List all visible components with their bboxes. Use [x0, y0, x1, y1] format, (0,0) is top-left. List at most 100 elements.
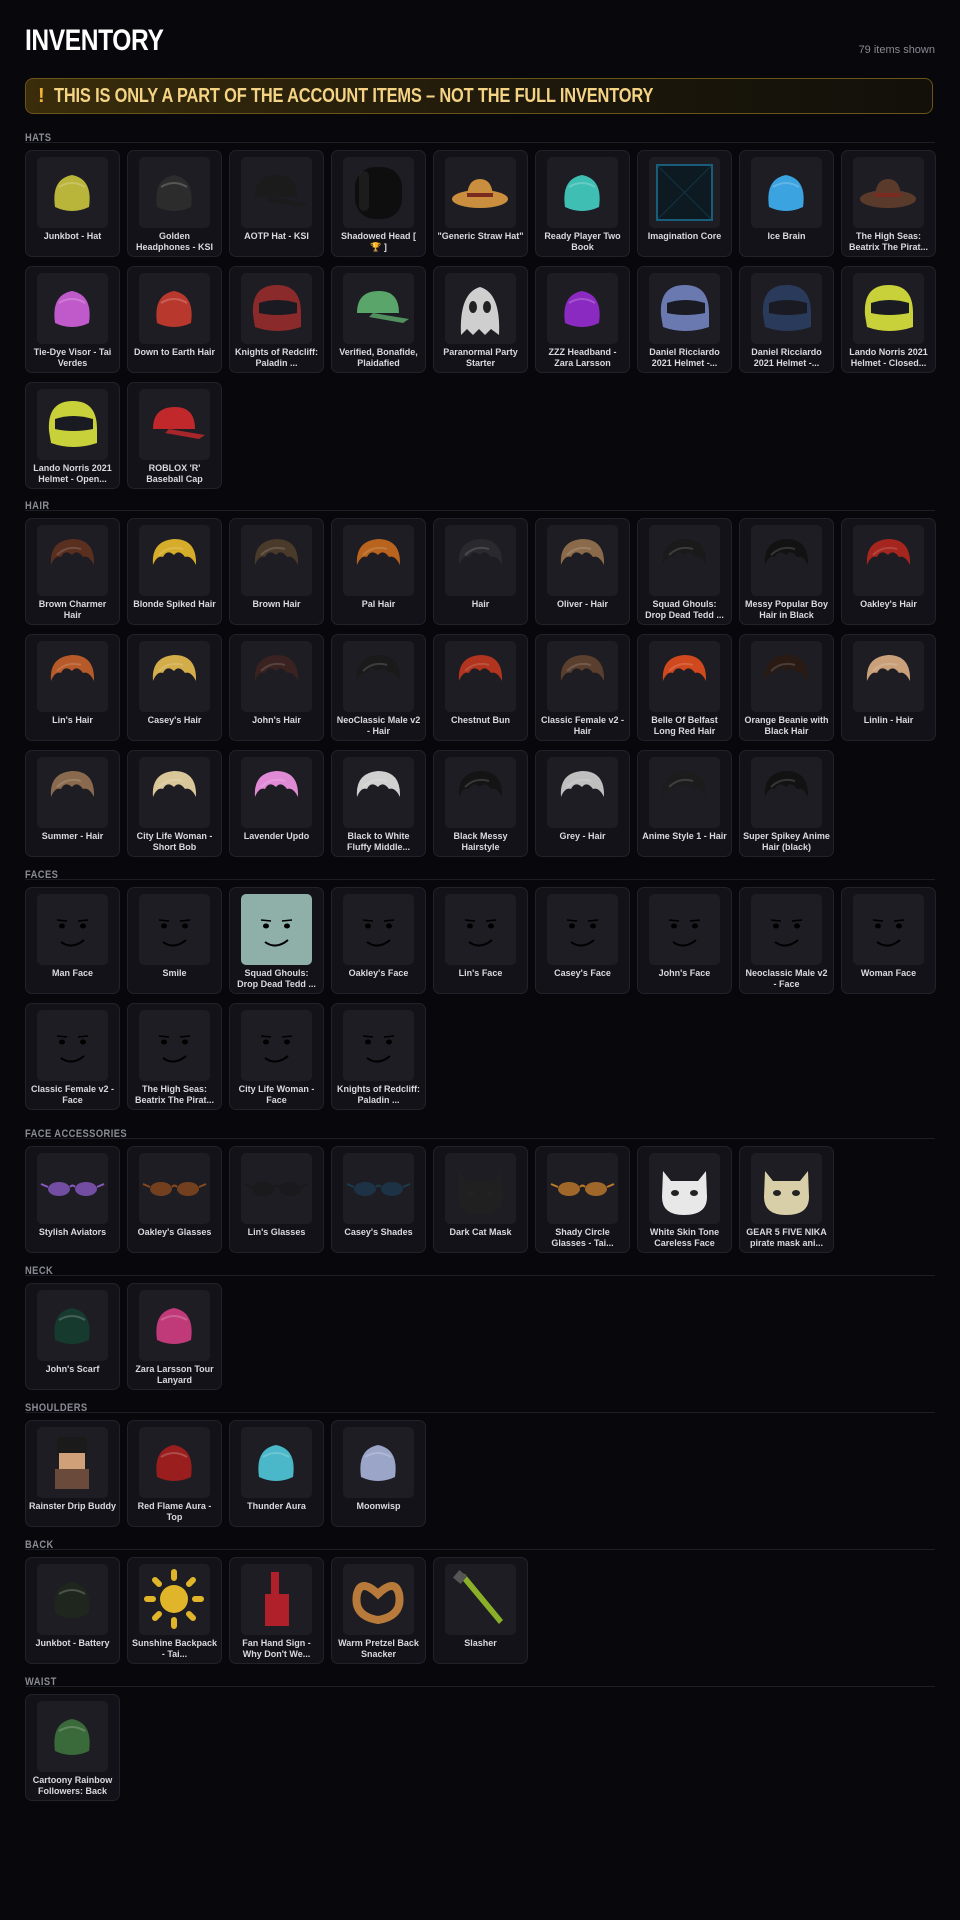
item-card[interactable]: Ready Player Two Book: [535, 150, 630, 257]
item-card[interactable]: Junkbot - Hat: [25, 150, 120, 257]
item-card[interactable]: Paranormal Party Starter: [433, 266, 528, 373]
item-card[interactable]: ROBLOX 'R' Baseball Cap: [127, 382, 222, 489]
item-card[interactable]: Imagination Core: [637, 150, 732, 257]
item-card[interactable]: Sunshine Backpack - Tai...: [127, 1557, 222, 1664]
item-card[interactable]: Blonde Spiked Hair: [127, 518, 222, 625]
item-card[interactable]: The High Seas: Beatrix The Pirat...: [841, 150, 936, 257]
item-card[interactable]: Warm Pretzel Back Snacker: [331, 1557, 426, 1664]
item-card[interactable]: "Generic Straw Hat": [433, 150, 528, 257]
item-card[interactable]: Hair: [433, 518, 528, 625]
item-card[interactable]: Orange Beanie with Black Hair: [739, 634, 834, 741]
item-card[interactable]: Classic Female v2 - Face: [25, 1003, 120, 1110]
item-card[interactable]: Summer - Hair: [25, 750, 120, 857]
item-card[interactable]: Rainster Drip Buddy: [25, 1420, 120, 1527]
item-card[interactable]: Pal Hair: [331, 518, 426, 625]
item-card[interactable]: Lin's Hair: [25, 634, 120, 741]
item-card[interactable]: Linlin - Hair: [841, 634, 936, 741]
item-card[interactable]: Super Spikey Anime Hair (black): [739, 750, 834, 857]
item-card[interactable]: Neoclassic Male v2 - Face: [739, 887, 834, 994]
section-header-faces: FACES: [25, 865, 935, 881]
item-name: Casey's Hair: [147, 715, 202, 725]
item-card[interactable]: Casey's Shades: [331, 1146, 426, 1253]
hair-icon: [445, 525, 516, 596]
item-card[interactable]: Daniel Ricciardo 2021 Helmet -...: [637, 266, 732, 373]
section-header-hats: HATS: [25, 128, 935, 144]
item-card[interactable]: City Life Woman - Face: [229, 1003, 324, 1110]
item-card[interactable]: Anime Style 1 - Hair: [637, 750, 732, 857]
item-card[interactable]: Brown Charmer Hair: [25, 518, 120, 625]
item-card[interactable]: Zara Larsson Tour Lanyard: [127, 1283, 222, 1390]
item-card[interactable]: Junkbot - Battery: [25, 1557, 120, 1664]
item-card[interactable]: John's Hair: [229, 634, 324, 741]
hair-icon: [547, 525, 618, 596]
item-card[interactable]: John's Scarf: [25, 1283, 120, 1390]
face-icon: [343, 894, 414, 965]
item-card[interactable]: Knights of Redcliff: Paladin ...: [229, 266, 324, 373]
item-name: Oakley's Hair: [860, 599, 917, 609]
item-card[interactable]: Lin's Face: [433, 887, 528, 994]
section-title: NECK: [25, 1265, 54, 1277]
item-card[interactable]: Black to White Fluffy Middle...: [331, 750, 426, 857]
item-card[interactable]: Oliver - Hair: [535, 518, 630, 625]
item-card[interactable]: Black Messy Hairstyle: [433, 750, 528, 857]
item-card[interactable]: Down to Earth Hair: [127, 266, 222, 373]
item-card[interactable]: Lando Norris 2021 Helmet - Open...: [25, 382, 120, 489]
item-card[interactable]: Smile: [127, 887, 222, 994]
item-card[interactable]: Verified, Bonafide, Plaidafied: [331, 266, 426, 373]
item-card[interactable]: Oakley's Hair: [841, 518, 936, 625]
item-card[interactable]: Oakley's Face: [331, 887, 426, 994]
item-card[interactable]: Slasher: [433, 1557, 528, 1664]
face-icon: [649, 894, 720, 965]
item-card[interactable]: Thunder Aura: [229, 1420, 324, 1527]
item-card[interactable]: ZZZ Headband - Zara Larsson: [535, 266, 630, 373]
item-card[interactable]: Casey's Face: [535, 887, 630, 994]
item-card[interactable]: White Skin Tone Careless Face: [637, 1146, 732, 1253]
item-card[interactable]: GEAR 5 FIVE NIKA pirate mask ani...: [739, 1146, 834, 1253]
item-card[interactable]: Messy Popular Boy Hair in Black: [739, 518, 834, 625]
item-card[interactable]: Chestnut Bun: [433, 634, 528, 741]
cube-icon: [649, 157, 720, 228]
item-card[interactable]: Squad Ghouls: Drop Dead Tedd ...: [229, 887, 324, 994]
item-card[interactable]: Belle Of Belfast Long Red Hair: [637, 634, 732, 741]
item-card[interactable]: Brown Hair: [229, 518, 324, 625]
item-card[interactable]: Dark Cat Mask: [433, 1146, 528, 1253]
item-name: Junkbot - Battery: [35, 1638, 110, 1648]
item-card[interactable]: NeoClassic Male v2 - Hair: [331, 634, 426, 741]
item-card[interactable]: Squad Ghouls: Drop Dead Tedd ...: [637, 518, 732, 625]
item-card[interactable]: Ice Brain: [739, 150, 834, 257]
item-card[interactable]: Red Flame Aura - Top: [127, 1420, 222, 1527]
item-name: John's Scarf: [45, 1364, 100, 1374]
item-card[interactable]: Woman Face: [841, 887, 936, 994]
item-name: Shadowed Head [ 🏆 ]: [340, 231, 416, 252]
item-card[interactable]: The High Seas: Beatrix The Pirat...: [127, 1003, 222, 1110]
item-card[interactable]: Tie-Dye Visor - Tai Verdes: [25, 266, 120, 373]
hair-icon: [241, 525, 312, 596]
item-card[interactable]: Stylish Aviators: [25, 1146, 120, 1253]
item-card[interactable]: John's Face: [637, 887, 732, 994]
junkbot-hat-icon: [37, 157, 108, 228]
item-card[interactable]: Lavender Updo: [229, 750, 324, 857]
item-card[interactable]: Knights of Redcliff: Paladin ...: [331, 1003, 426, 1110]
item-card[interactable]: Casey's Hair: [127, 634, 222, 741]
item-name: John's Face: [658, 968, 711, 978]
item-card[interactable]: City Life Woman - Short Bob: [127, 750, 222, 857]
item-card[interactable]: Lando Norris 2021 Helmet - Closed...: [841, 266, 936, 373]
item-card[interactable]: AOTP Hat - KSI: [229, 150, 324, 257]
item-card[interactable]: Moonwisp: [331, 1420, 426, 1527]
item-name: Moonwisp: [356, 1501, 401, 1511]
item-card[interactable]: Cartoony Rainbow Followers: Back: [25, 1694, 120, 1801]
item-card[interactable]: Oakley's Glasses: [127, 1146, 222, 1253]
item-name: Squad Ghouls: Drop Dead Tedd ...: [645, 599, 724, 620]
item-card[interactable]: Daniel Ricciardo 2021 Helmet -...: [739, 266, 834, 373]
item-card[interactable]: Man Face: [25, 887, 120, 994]
item-card[interactable]: Shady Circle Glasses - Tai...: [535, 1146, 630, 1253]
item-card[interactable]: Golden Headphones - KSI: [127, 150, 222, 257]
face-icon: [139, 1010, 210, 1081]
item-card[interactable]: Lin's Glasses: [229, 1146, 324, 1253]
items-count: 79 items shown: [858, 44, 935, 56]
item-card[interactable]: Grey - Hair: [535, 750, 630, 857]
item-card[interactable]: Fan Hand Sign - Why Don't We...: [229, 1557, 324, 1664]
item-card[interactable]: Classic Female v2 - Hair: [535, 634, 630, 741]
item-name: Lin's Glasses: [247, 1227, 306, 1237]
item-card[interactable]: Shadowed Head [ 🏆 ]: [331, 150, 426, 257]
